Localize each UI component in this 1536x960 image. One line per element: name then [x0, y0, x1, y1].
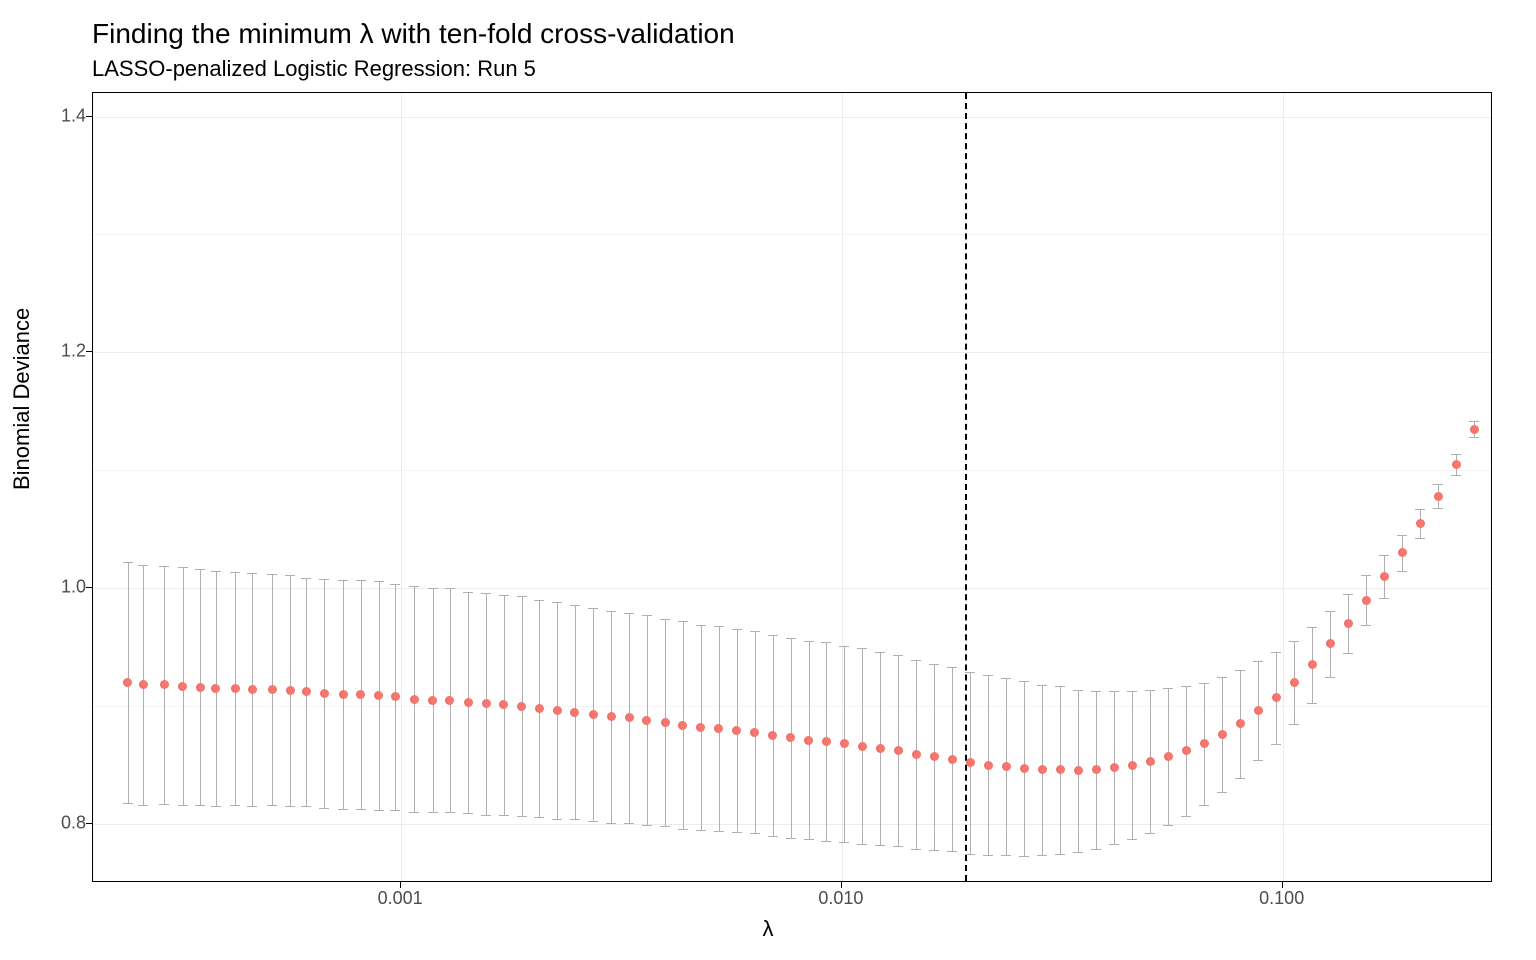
data-point — [123, 678, 132, 687]
data-point — [1164, 752, 1173, 761]
data-point — [286, 686, 295, 695]
data-point — [1308, 660, 1317, 669]
data-point — [625, 713, 634, 722]
data-point — [302, 687, 311, 696]
x-tick-label: 0.100 — [1259, 888, 1304, 909]
data-point — [1398, 548, 1407, 557]
data-point — [320, 689, 329, 698]
x-tick-label: 0.010 — [818, 888, 863, 909]
data-point — [930, 752, 939, 761]
data-point — [732, 726, 741, 735]
data-point — [1254, 706, 1263, 715]
data-point — [445, 696, 454, 705]
data-point — [1182, 746, 1191, 755]
data-point — [391, 692, 400, 701]
data-point — [1092, 765, 1101, 774]
data-point — [1434, 492, 1443, 501]
data-point — [1038, 765, 1047, 774]
x-tick-label: 0.001 — [378, 888, 423, 909]
data-point — [464, 698, 473, 707]
data-point — [553, 706, 562, 715]
data-point — [1290, 678, 1299, 687]
chart-subtitle: LASSO-penalized Logistic Regression: Run… — [92, 56, 536, 82]
data-point — [535, 704, 544, 713]
data-point — [984, 761, 993, 770]
data-point — [1218, 730, 1227, 739]
data-point — [196, 683, 205, 692]
data-point — [356, 690, 365, 699]
data-point — [1236, 719, 1245, 728]
data-point — [1380, 572, 1389, 581]
data-point — [1128, 761, 1137, 770]
data-point — [211, 684, 220, 693]
data-point — [1452, 460, 1461, 469]
data-point — [570, 708, 579, 717]
data-point — [374, 691, 383, 700]
data-point — [768, 731, 777, 740]
data-point — [178, 682, 187, 691]
data-point — [1020, 764, 1029, 773]
y-axis-label: Binomial Deviance — [9, 308, 35, 490]
data-point — [822, 737, 831, 746]
data-point — [840, 739, 849, 748]
chart-title: Finding the minimum λ with ten-fold cros… — [92, 18, 735, 50]
y-tick-label: 1.4 — [26, 105, 86, 126]
data-point — [1272, 693, 1281, 702]
data-point — [339, 690, 348, 699]
data-point — [1200, 739, 1209, 748]
data-point — [661, 718, 670, 727]
data-point — [642, 716, 651, 725]
data-point — [1146, 757, 1155, 766]
y-tick-label: 0.8 — [26, 813, 86, 834]
data-point — [1002, 762, 1011, 771]
data-point — [858, 742, 867, 751]
x-axis-label: λ — [763, 916, 774, 942]
data-point — [1326, 639, 1335, 648]
y-tick-label: 1.0 — [26, 577, 86, 598]
data-point — [1470, 425, 1479, 434]
data-point — [589, 710, 598, 719]
data-point — [912, 750, 921, 759]
data-point — [804, 736, 813, 745]
data-point — [876, 744, 885, 753]
data-point — [948, 755, 957, 764]
data-point — [160, 680, 169, 689]
data-point — [1416, 519, 1425, 528]
data-point — [678, 721, 687, 730]
data-point — [268, 685, 277, 694]
data-point — [750, 728, 759, 737]
data-point — [410, 695, 419, 704]
data-point — [714, 724, 723, 733]
data-point — [786, 733, 795, 742]
data-point — [139, 680, 148, 689]
data-point — [1362, 596, 1371, 605]
data-point — [1344, 619, 1353, 628]
data-point — [428, 696, 437, 705]
data-point — [1074, 766, 1083, 775]
plot-panel — [92, 92, 1492, 882]
data-point — [482, 699, 491, 708]
data-point — [1056, 765, 1065, 774]
data-point — [248, 685, 257, 694]
data-point — [894, 746, 903, 755]
chart-container: Finding the minimum λ with ten-fold cros… — [0, 0, 1536, 960]
data-point — [607, 712, 616, 721]
y-tick-label: 1.2 — [26, 341, 86, 362]
data-point — [1110, 763, 1119, 772]
data-point — [966, 758, 975, 767]
data-point — [696, 723, 705, 732]
data-point — [231, 684, 240, 693]
data-point — [517, 702, 526, 711]
data-point — [499, 700, 508, 709]
